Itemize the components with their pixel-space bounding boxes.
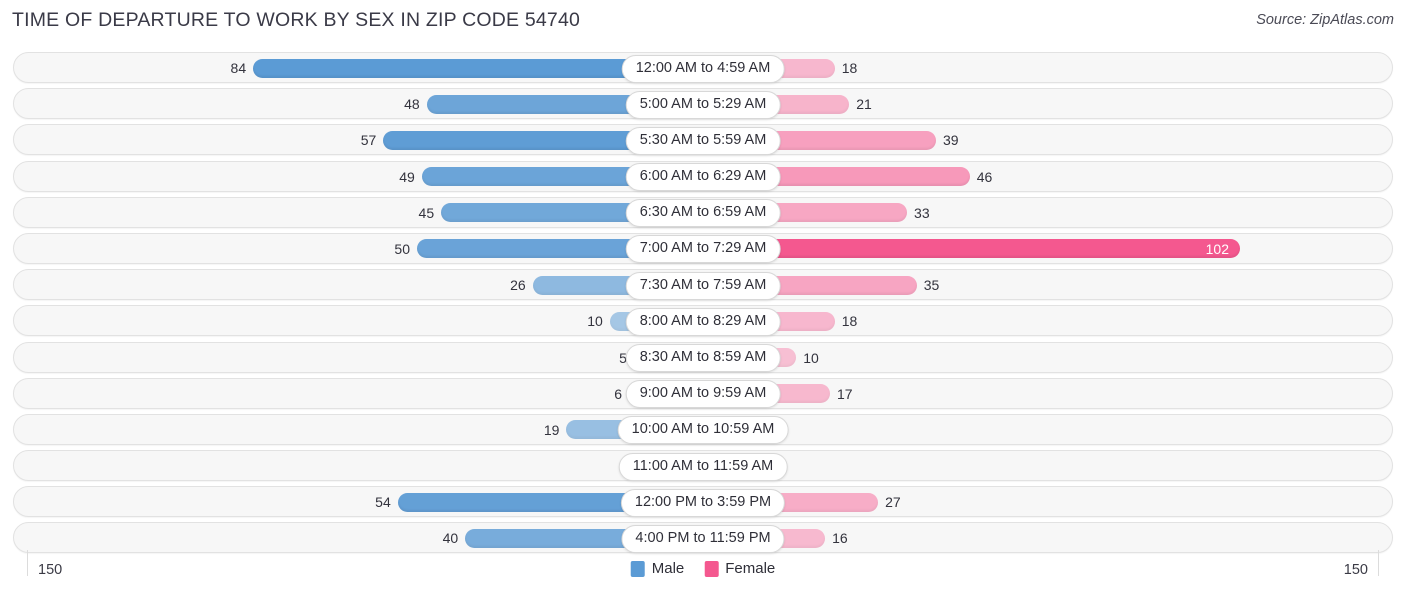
category-label: 11:00 AM to 11:59 AM [618,452,788,481]
axis-tick-right [1378,550,1379,576]
page-title: TIME OF DEPARTURE TO WORK BY SEX IN ZIP … [12,9,581,31]
female-value-label: 18 [841,60,858,76]
bar-row: 50 102 7:00 AM to 7:29 AM [0,231,1406,267]
category-label: 12:00 PM to 3:59 PM [620,488,786,517]
male-value-label: 84 [230,60,247,76]
bar-wrap: 54 27 12:00 PM to 3:59 PM [0,484,1406,520]
chart-footer: 150 150 Male Female [0,550,1406,594]
female-value-label: 16 [832,530,848,547]
legend-item[interactable]: Female [704,560,775,577]
chart-container: TIME OF DEPARTURE TO WORK BY SEX IN ZIP … [0,0,1406,594]
category-label: 6:30 AM to 6:59 AM [625,199,781,228]
category-label: 7:30 AM to 7:59 AM [625,271,781,300]
bar-wrap: 19110:00 AM to 10:59 AM [0,412,1406,448]
bar-row: 45 33 6:30 AM to 6:59 AM [0,195,1406,231]
bar-row: 84 18 12:00 AM to 4:59 AM [0,50,1406,86]
bar-wrap: 57 39 5:30 AM to 5:59 AM [0,122,1406,158]
category-label: 5:00 AM to 5:29 AM [625,90,781,119]
male-value-label: 45 [418,204,435,221]
bar-row: 57 39 5:30 AM to 5:59 AM [0,122,1406,158]
bar-wrap: 0011:00 AM to 11:59 AM [0,448,1406,484]
male-value-label: 57 [360,132,377,149]
female-value-label: 27 [885,494,901,511]
legend-label: Male [651,560,685,577]
female-value-label: 18 [841,313,858,330]
female-value-label: 21 [856,96,872,113]
bar-wrap: 6 17 9:00 AM to 9:59 AM [0,376,1406,412]
legend-swatch-icon [630,560,645,577]
female-value-label: 102 [1205,240,1229,257]
category-label: 5:30 AM to 5:59 AM [625,126,781,155]
female-value-label: 39 [942,132,959,149]
female-value-label: 35 [923,277,940,294]
bar-row: 10 18 8:00 AM to 8:29 AM [0,303,1406,339]
male-value-label: 54 [375,494,391,511]
male-value-label: 26 [510,277,526,294]
male-value-label: 19 [543,421,560,438]
source-attribution: Source: ZipAtlas.com [1256,12,1394,28]
category-label: 8:00 AM to 8:29 AM [625,307,781,336]
category-label: 12:00 AM to 4:59 AM [621,54,785,83]
bar-wrap: 84 18 12:00 AM to 4:59 AM [0,50,1406,86]
bar-row: 6 17 9:00 AM to 9:59 AM [0,376,1406,412]
category-label: 4:00 PM to 11:59 PM [621,524,785,553]
female-value-label: 10 [803,349,819,366]
male-value-label: 49 [399,168,415,185]
bar-wrap: 45 33 6:30 AM to 6:59 AM [0,195,1406,231]
bar-wrap: 10 18 8:00 AM to 8:29 AM [0,303,1406,339]
female-value-label: 46 [976,168,993,185]
category-label: 6:00 AM to 6:29 AM [625,163,781,192]
legend-item[interactable]: Male [630,560,685,577]
bar-row: 54 27 12:00 PM to 3:59 PM [0,484,1406,520]
female-bar[interactable] [703,239,1240,259]
category-label: 7:00 AM to 7:29 AM [625,235,781,264]
female-value-label: 17 [836,385,853,402]
legend-label: Female [725,560,776,577]
female-value-label: 33 [914,204,930,221]
male-value-label: 50 [394,240,410,257]
male-value-label: 6 [614,385,623,402]
category-label: 9:00 AM to 9:59 AM [625,380,781,409]
bar-row: 0011:00 AM to 11:59 AM [0,448,1406,484]
bar-wrap: 26 35 7:30 AM to 7:59 AM [0,267,1406,303]
bar-row: 26 35 7:30 AM to 7:59 AM [0,267,1406,303]
bar-row: 19110:00 AM to 10:59 AM [0,412,1406,448]
male-value-label: 10 [587,313,603,330]
bar-rows: 84 18 12:00 AM to 4:59 AM 48 21 5:00 AM to 5:… [0,50,1406,557]
chart-legend: Male Female [630,560,775,577]
chart-header: TIME OF DEPARTURE TO WORK BY SEX IN ZIP … [0,0,1406,44]
category-label: 10:00 AM to 10:59 AM [617,416,789,445]
bar-wrap: 48 21 5:00 AM to 5:29 AM [0,86,1406,122]
axis-label-right: 150 [1343,562,1368,578]
bar-wrap: 49 46 6:00 AM to 6:29 AM [0,159,1406,195]
bar-wrap: 5 10 8:30 AM to 8:59 AM [0,340,1406,376]
axis-label-left: 150 [38,562,63,578]
bar-row: 5 10 8:30 AM to 8:59 AM [0,340,1406,376]
legend-swatch-icon [704,560,719,577]
male-value-label: 48 [404,96,420,113]
bar-row: 49 46 6:00 AM to 6:29 AM [0,159,1406,195]
bar-row: 48 21 5:00 AM to 5:29 AM [0,86,1406,122]
category-label: 8:30 AM to 8:59 AM [625,344,781,372]
axis-tick-left [27,550,28,576]
bar-wrap: 50 102 7:00 AM to 7:29 AM [0,231,1406,267]
male-value-label: 40 [442,530,459,547]
